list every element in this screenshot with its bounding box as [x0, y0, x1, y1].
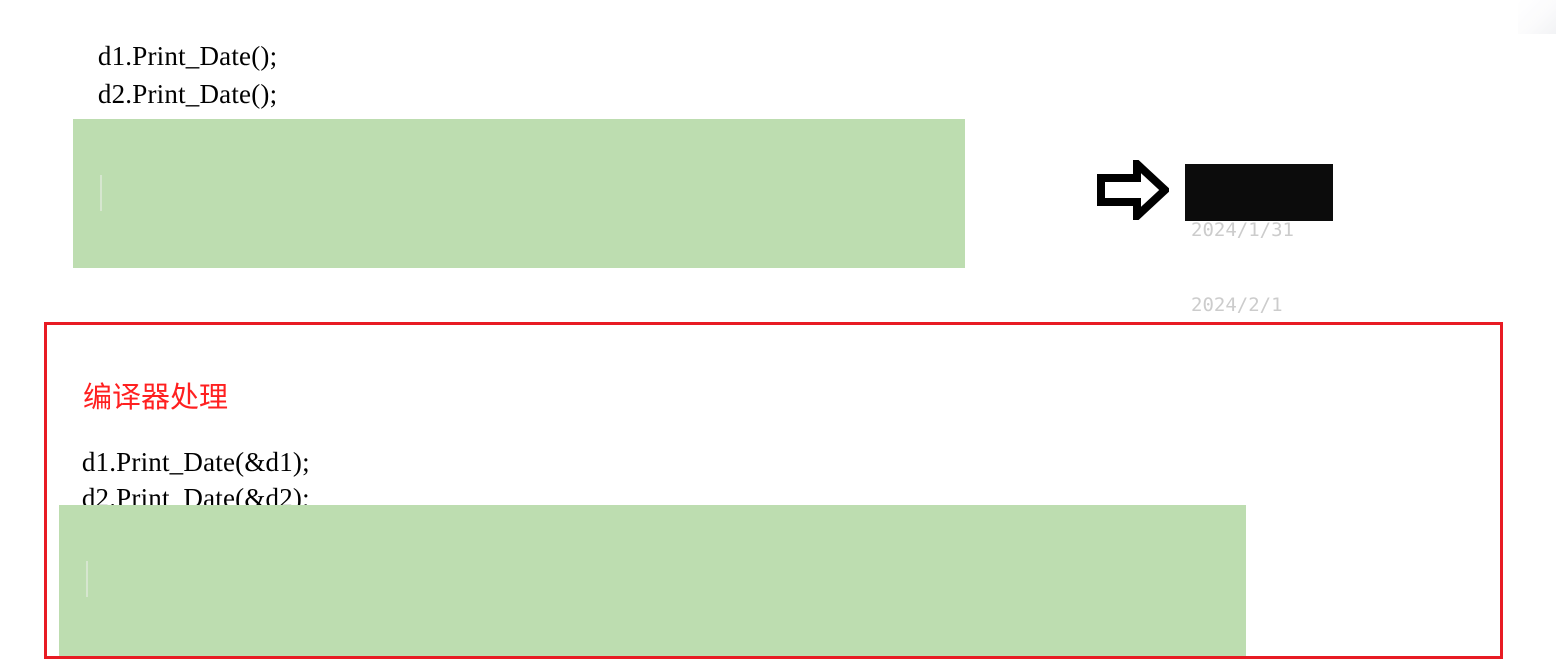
top-call-line-2-text: d2.Print_Date();: [97, 79, 278, 109]
console-line: 2024/1/31: [1191, 219, 1294, 241]
transformed-code-block: void Print_Date(Date* this) { cout << th…: [59, 505, 1246, 656]
flow-arrow: [1097, 154, 1171, 226]
console-line: 2024/2/1: [1191, 294, 1283, 316]
top-call-line-2: d2.Print_Date();: [84, 40, 277, 112]
indent-guide: [86, 561, 88, 597]
console-output: 2024/1/31 2024/2/1: [1185, 164, 1333, 316]
original-code-block: void Print_Date() { cout << _year << "/"…: [73, 119, 965, 268]
indent-guide: [100, 175, 102, 211]
compiler-processing-panel: 编译器处理 d1.Print_Date(&d1); d2.Print_Date(…: [44, 322, 1503, 659]
scrollbar-artifact[interactable]: [1518, 0, 1556, 34]
right-block-arrow-icon: [1097, 154, 1171, 226]
